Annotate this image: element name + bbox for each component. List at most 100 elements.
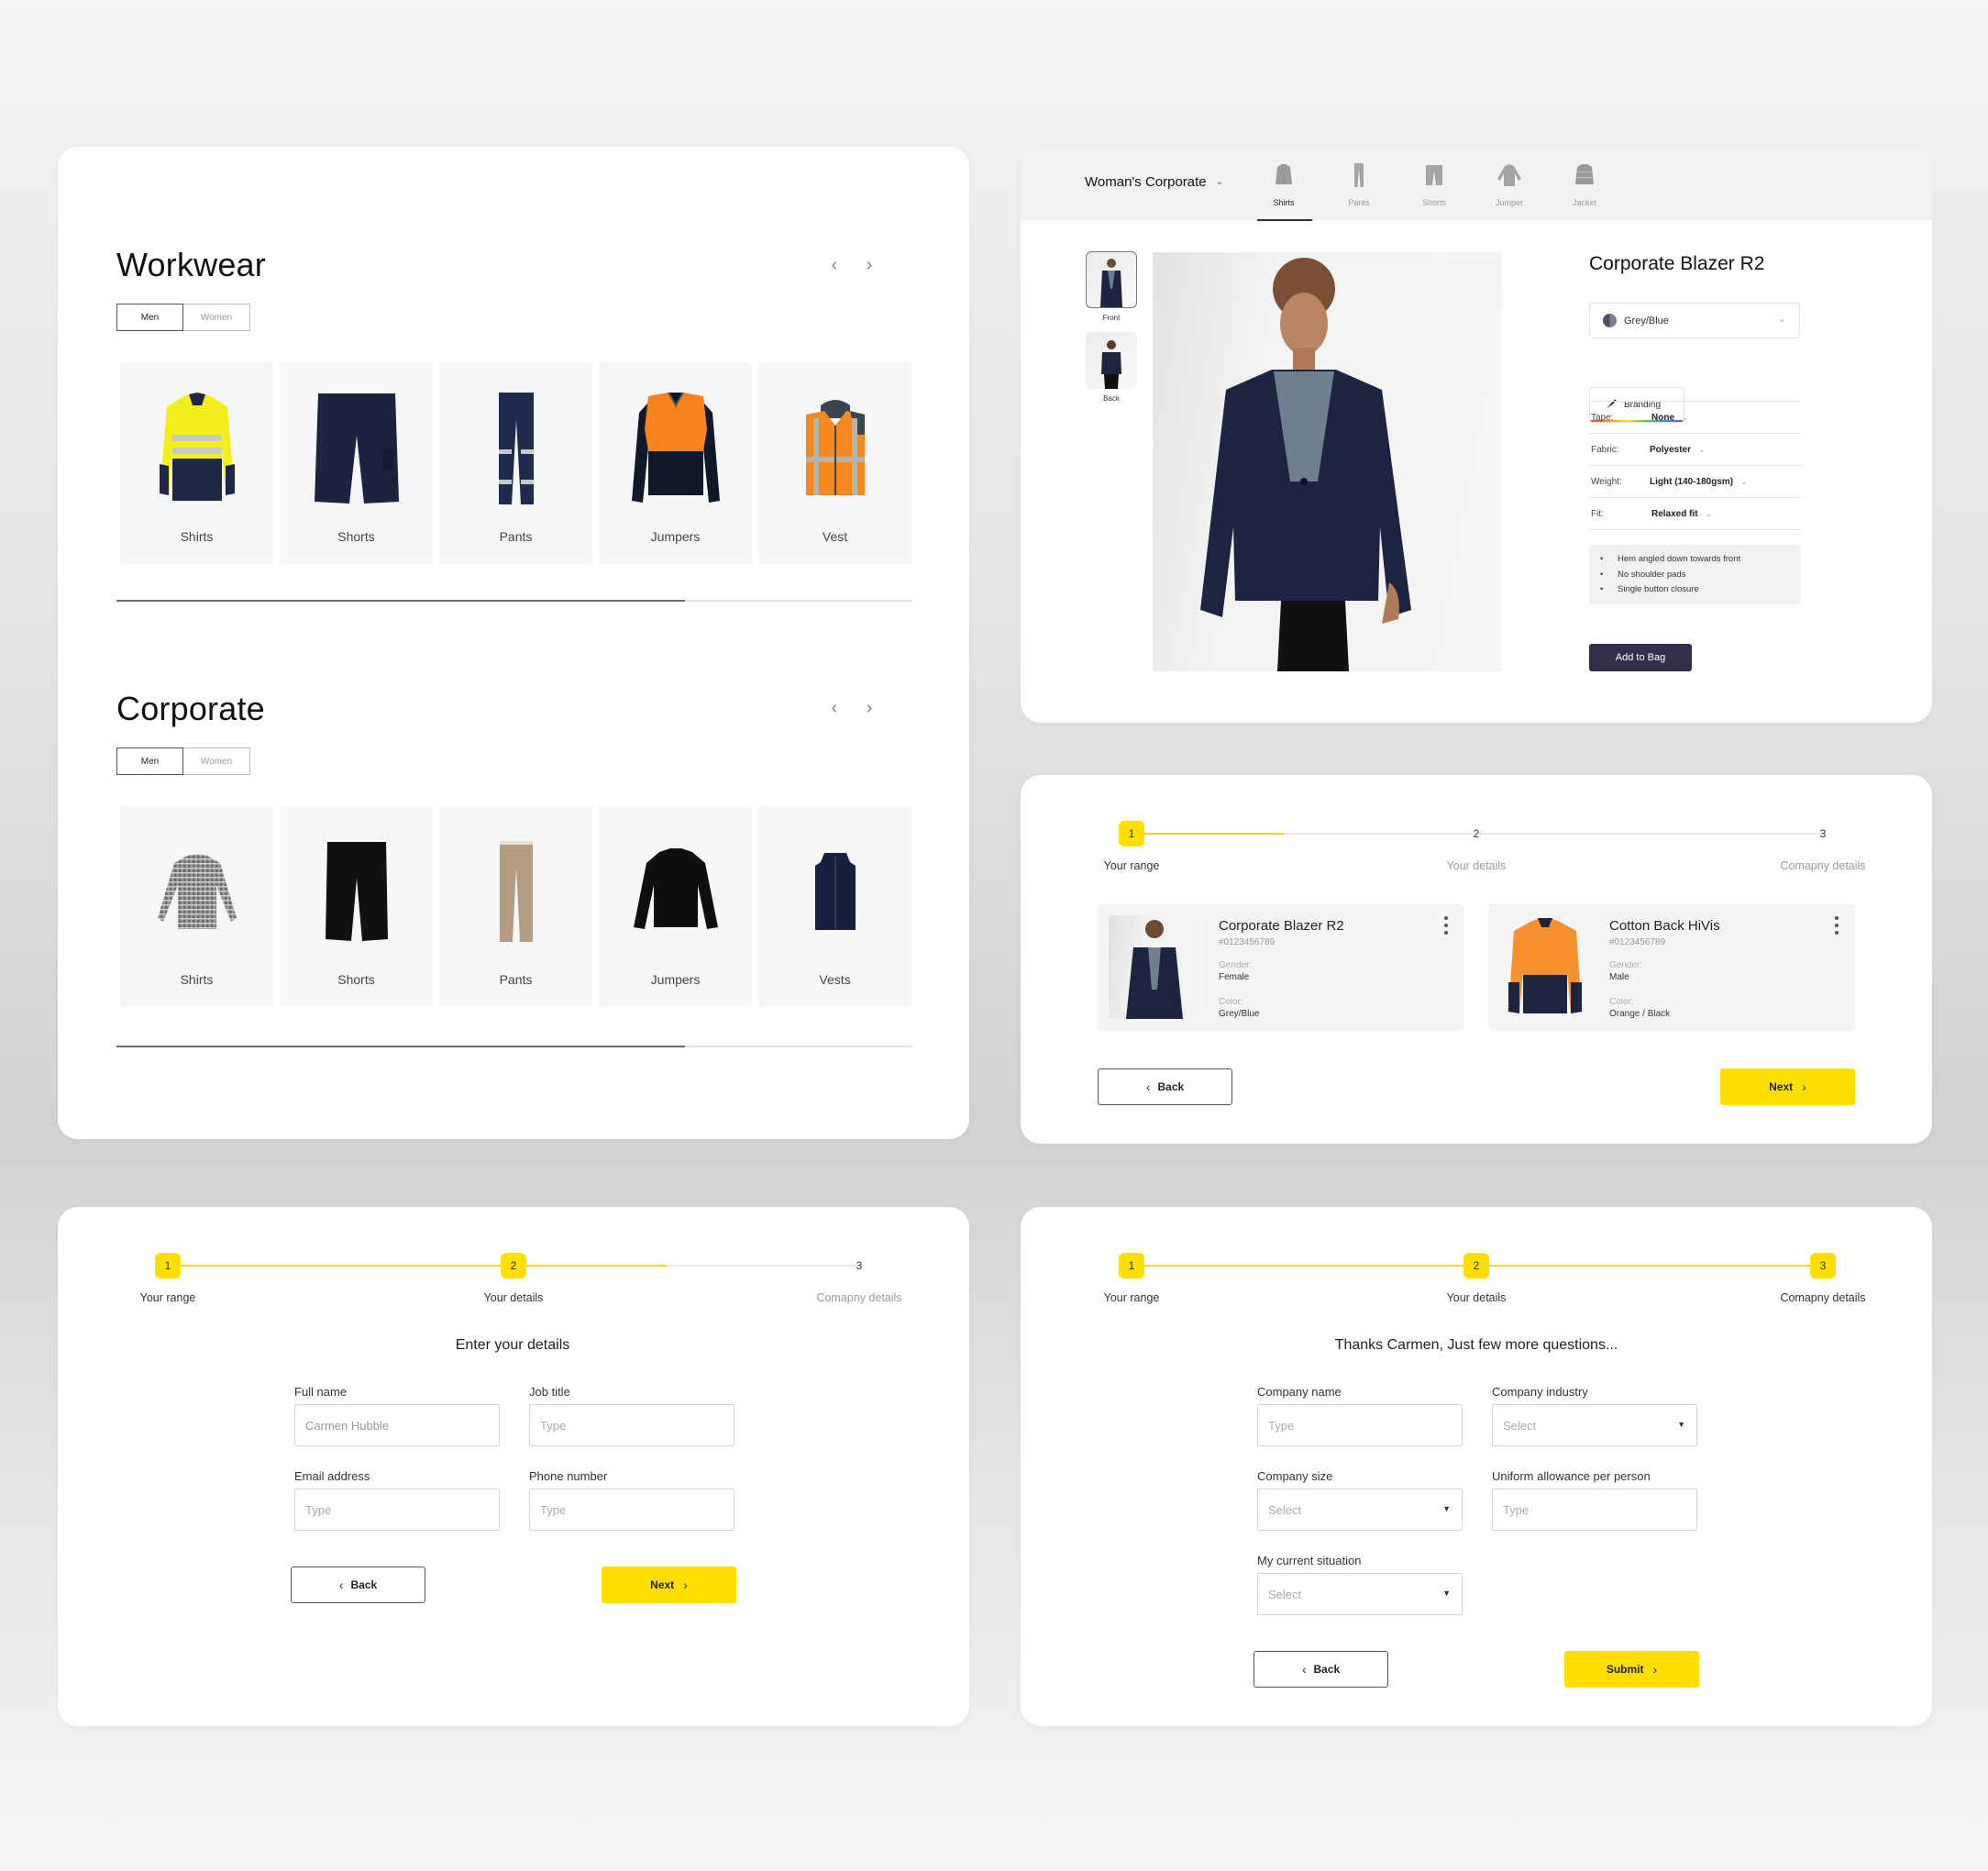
more-options-icon[interactable] (1442, 916, 1450, 935)
current-situation-select[interactable]: Select ▼ (1257, 1573, 1463, 1615)
company-name-label: Company name (1257, 1385, 1342, 1399)
uniform-allowance-input[interactable]: Type (1492, 1489, 1697, 1531)
job-title-input[interactable]: Type (529, 1404, 734, 1446)
step-your-details-panel: 1 2 3 Your range Your details Comapny de… (58, 1207, 969, 1726)
spec-row-weight[interactable]: Weight: Light (140-180gsm) ⌄ (1589, 466, 1801, 498)
corporate-scrollbar[interactable] (116, 1045, 912, 1047)
category-card-shirts[interactable]: Shirts (120, 362, 273, 564)
step-3-badge[interactable]: 3 (1810, 821, 1836, 847)
navy-pants-image (439, 390, 592, 509)
feature-item: Hem angled down towards front (1600, 554, 1801, 570)
category-card-shorts[interactable]: Shorts (280, 362, 433, 564)
chevron-down-icon: ⌄ (1682, 412, 1689, 422)
step-3-label: Comapny details (1780, 859, 1866, 872)
back-thumbnail-image (1086, 332, 1137, 389)
thumbnail-front[interactable]: Front (1086, 251, 1137, 322)
full-name-input[interactable]: Carmen Hubble (294, 1404, 500, 1446)
step-2-label: Your details (1446, 859, 1507, 872)
scrollbar-thumb[interactable] (116, 599, 685, 602)
thumbnail-back[interactable]: Back (1086, 332, 1137, 403)
step-3-badge[interactable]: 3 (1810, 1253, 1836, 1279)
step-1-badge[interactable]: 1 (155, 1253, 181, 1279)
tab-shirts[interactable]: Shirts (1246, 161, 1321, 221)
company-name-input[interactable]: Type (1257, 1404, 1463, 1446)
email-input[interactable]: Type (294, 1489, 500, 1531)
thumbnail-caption: Back (1103, 394, 1120, 403)
step-2-badge[interactable]: 2 (501, 1253, 526, 1279)
category-card-pants[interactable]: Pants (439, 362, 592, 564)
more-options-icon[interactable] (1833, 916, 1840, 935)
email-label: Email address (294, 1469, 370, 1483)
company-size-select[interactable]: Select ▼ (1257, 1489, 1463, 1531)
chevron-left-icon[interactable]: ‹ (827, 698, 842, 719)
category-card-jumpers[interactable]: Jumpers (599, 805, 752, 1007)
spec-row-fabric[interactable]: Fabric: Polyester ⌄ (1589, 434, 1801, 466)
category-card-pants[interactable]: Pants (439, 805, 592, 1007)
cart-item-card[interactable]: Cotton Back HiVis #0123456789 Gender: Ma… (1488, 903, 1855, 1031)
step-1-badge[interactable]: 1 (1119, 821, 1144, 847)
spec-row-tape[interactable]: Tape: None ⌄ (1589, 402, 1801, 434)
category-card-vest[interactable]: Vest (758, 362, 911, 564)
next-button[interactable]: Next › (1720, 1068, 1855, 1105)
chevron-left-icon[interactable]: ‹ (827, 255, 842, 276)
khaki-pants-image (439, 833, 592, 952)
category-card-shirts[interactable]: Shirts (120, 805, 273, 1007)
step-2-label: Your details (483, 1291, 544, 1304)
corporate-gender-toggle: Men Women (116, 747, 250, 775)
workwear-gender-toggle: Men Women (116, 304, 250, 331)
company-industry-select[interactable]: Select ▼ (1492, 1404, 1697, 1446)
category-dropdown[interactable]: Woman's Corporate ⌄ (1085, 174, 1223, 190)
color-dropdown[interactable]: Grey/Blue ⌄ (1589, 303, 1800, 338)
category-card-jumpers[interactable]: Jumpers (599, 362, 752, 564)
hivis-jumper-image (599, 390, 752, 509)
toggle-women[interactable]: Women (183, 747, 250, 775)
back-button[interactable]: ‹ Back (1254, 1651, 1388, 1688)
workwear-cards: Shirts Shorts Pants Jumpers Vest (120, 362, 911, 564)
category-card-vests[interactable]: Vests (758, 805, 911, 1007)
category-card-shorts[interactable]: Shorts (280, 805, 433, 1007)
back-button[interactable]: ‹ Back (1098, 1068, 1232, 1105)
toggle-men[interactable]: Men (116, 304, 183, 331)
full-name-label: Full name (294, 1385, 348, 1399)
step-2-badge[interactable]: 2 (1463, 1253, 1489, 1279)
step-3-badge[interactable]: 3 (846, 1253, 872, 1279)
company-size-label: Company size (1257, 1469, 1333, 1483)
chevron-down-icon: ⌄ (1215, 177, 1224, 187)
chevron-right-icon[interactable]: › (862, 255, 877, 276)
tab-pants[interactable]: Pants (1321, 161, 1397, 220)
spec-row-fit[interactable]: Fit: Relaxed fit ⌄ (1589, 498, 1801, 530)
scrollbar-thumb[interactable] (116, 1045, 685, 1047)
color-label: Color: (1219, 997, 1243, 1007)
submit-button[interactable]: Submit › (1564, 1651, 1699, 1688)
back-button[interactable]: ‹ Back (291, 1567, 425, 1603)
navy-vest-image (758, 833, 911, 952)
card-label: Pants (499, 529, 533, 544)
stepper-progress-fill (1132, 833, 1285, 835)
caret-down-icon: ▼ (1442, 1589, 1451, 1598)
toggle-men[interactable]: Men (116, 747, 183, 775)
cart-item-sku: #0123456789 (1609, 937, 1666, 947)
feature-item: No shoulder pads (1600, 570, 1801, 585)
step-2-badge[interactable]: 2 (1463, 821, 1489, 847)
section-title-workwear: Workwear (116, 246, 266, 283)
category-dropdown-label: Woman's Corporate (1085, 174, 1207, 190)
tab-jacket[interactable]: Jacket (1547, 161, 1622, 220)
tab-jumper[interactable]: Jumper (1472, 161, 1547, 220)
chevron-right-icon[interactable]: › (862, 698, 877, 719)
step-1-label: Your range (139, 1291, 196, 1304)
chevron-right-icon: › (1652, 1662, 1658, 1677)
next-button[interactable]: Next › (602, 1567, 736, 1603)
chevron-down-icon: ⌄ (1705, 508, 1713, 518)
toggle-women[interactable]: Women (183, 304, 250, 331)
workwear-scrollbar[interactable] (116, 599, 912, 602)
step-1-badge[interactable]: 1 (1119, 1253, 1144, 1279)
product-category-header: Woman's Corporate ⌄ Shirts Pants Shorts … (1021, 147, 1932, 221)
form-heading: Thanks Carmen, Just few more questions..… (1334, 1337, 1618, 1353)
color-label: Color: (1609, 997, 1634, 1007)
step-1-label: Your range (1103, 1291, 1160, 1304)
add-to-bag-button[interactable]: Add to Bag (1589, 644, 1692, 671)
cart-item-card[interactable]: Corporate Blazer R2 #0123456789 Gender: … (1098, 903, 1464, 1031)
tab-shorts[interactable]: Shorts (1397, 161, 1472, 220)
phone-input[interactable]: Type (529, 1489, 734, 1531)
step-company-details-panel: 1 2 3 Your range Your details Comapny de… (1021, 1207, 1932, 1726)
